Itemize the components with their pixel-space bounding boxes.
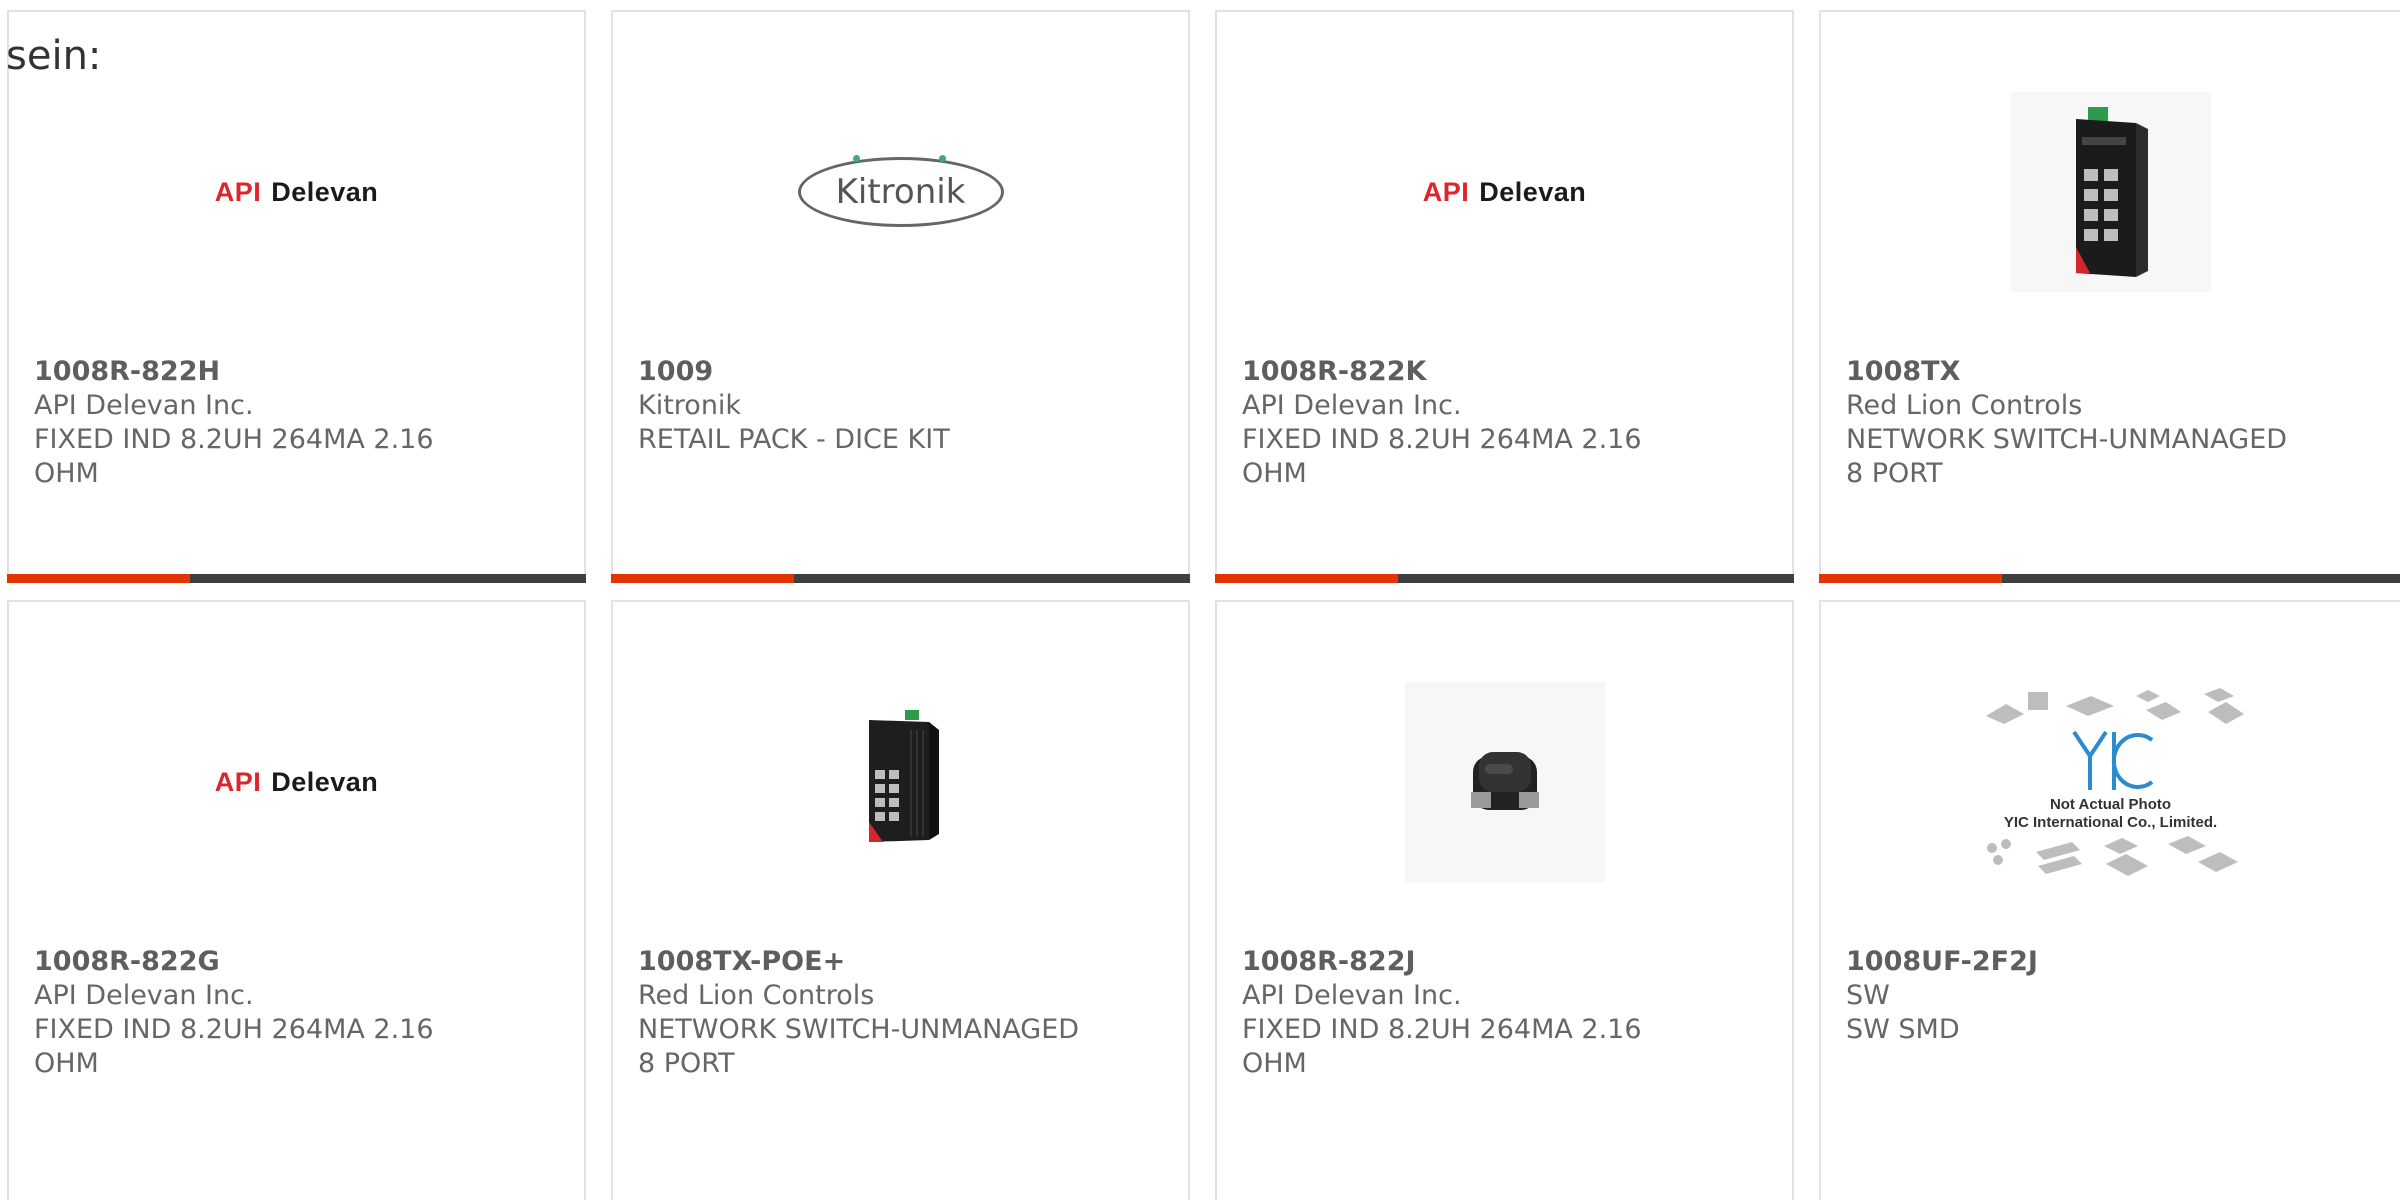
description-line: FIXED IND 8.2UH 264MA 2.16 — [34, 424, 434, 455]
manufacturer: API Delevan Inc. — [1242, 390, 1462, 421]
product-card[interactable]: API Delevan 1008R-822K API Delevan Inc. F… — [1215, 10, 1794, 583]
api-delevan-logo: API Delevan — [214, 176, 379, 207]
api-delevan-logo: API Delevan — [1422, 176, 1587, 207]
card-accent-bar — [1215, 574, 1794, 583]
product-card[interactable]: 1008TX Red Lion Controls NETWORK SWITCH-… — [1819, 10, 2400, 583]
yic-note-line2: YIC International Co., Limited. — [2003, 814, 2218, 831]
product-card[interactable]: Kitronik 1009 Kitronik RETAIL PACK - DIC… — [611, 10, 1190, 583]
description-line: FIXED IND 8.2UH 264MA 2.16 — [1242, 1014, 1642, 1045]
description-line: RETAIL PACK - DICE KIT — [638, 424, 950, 455]
network-switch-poe-photo — [851, 710, 951, 854]
card-accent-bar — [611, 574, 1190, 583]
manufacturer: API Delevan Inc. — [34, 390, 254, 421]
card-accent-bar — [1819, 574, 2400, 583]
manufacturer: API Delevan Inc. — [1242, 980, 1462, 1011]
kitronik-logo: Kitronik — [797, 155, 1004, 227]
description-line: FIXED IND 8.2UH 264MA 2.16 — [1242, 424, 1642, 455]
manufacturer: Red Lion Controls — [638, 980, 875, 1011]
product-image[interactable] — [1821, 52, 2400, 332]
card-accent-bar — [7, 574, 586, 583]
manufacturer: Kitronik — [638, 390, 742, 421]
part-number[interactable]: 1008TX — [1846, 355, 2380, 389]
description-line: OHM — [34, 458, 99, 489]
product-image[interactable]: Kitronik — [613, 52, 1188, 332]
description-line: 8 PORT — [1846, 458, 1943, 489]
product-image[interactable] — [613, 642, 1188, 922]
manufacturer: SW — [1846, 980, 1890, 1011]
part-number[interactable]: 1008R-822H — [34, 355, 564, 389]
part-number[interactable]: 1008R-822K — [1242, 355, 1772, 389]
product-card[interactable]: API Delevan 1008R-822G API Delevan Inc. F… — [7, 600, 586, 1200]
product-card[interactable]: Not Actual Photo YIC International Co., … — [1819, 600, 2400, 1200]
description-line: OHM — [1242, 1048, 1307, 1079]
product-card[interactable]: 1008R-822J API Delevan Inc. FIXED IND 8.… — [1215, 600, 1794, 1200]
network-switch-photo — [2010, 92, 2211, 292]
product-image[interactable]: API Delevan — [1217, 52, 1792, 332]
yic-note-line1: Not Actual Photo — [2049, 796, 2172, 813]
part-number[interactable]: 1009 — [638, 355, 1168, 389]
part-number[interactable]: 1008TX-POE+ — [638, 945, 1168, 979]
manufacturer: Red Lion Controls — [1846, 390, 2083, 421]
product-card[interactable]: 1008TX-POE+ Red Lion Controls NETWORK SW… — [611, 600, 1190, 1200]
manufacturer: API Delevan Inc. — [34, 980, 254, 1011]
part-number[interactable]: 1008UF-2F2J — [1846, 945, 2380, 979]
description-line: NETWORK SWITCH-UNMANAGED — [1846, 424, 2288, 455]
inductor-photo — [1404, 682, 1605, 882]
product-image[interactable]: Not Actual Photo YIC International Co., … — [1821, 642, 2400, 922]
description-line: 8 PORT — [638, 1048, 735, 1079]
product-image[interactable]: API Delevan — [9, 52, 584, 332]
description-line: FIXED IND 8.2UH 264MA 2.16 — [34, 1014, 434, 1045]
product-image[interactable]: API Delevan — [9, 642, 584, 922]
part-number[interactable]: 1008R-822J — [1242, 945, 1772, 979]
description-line: NETWORK SWITCH-UNMANAGED — [638, 1014, 1080, 1045]
yic-placeholder-image: Not Actual Photo YIC International Co., … — [1976, 686, 2246, 878]
description-line: OHM — [34, 1048, 99, 1079]
page-heading: sein: — [6, 33, 102, 79]
product-image[interactable] — [1217, 642, 1792, 922]
product-card[interactable]: API Delevan 1008R-822H API Delevan Inc. F… — [7, 10, 586, 583]
description-line: OHM — [1242, 458, 1307, 489]
part-number[interactable]: 1008R-822G — [34, 945, 564, 979]
api-delevan-logo: API Delevan — [214, 766, 379, 797]
yic-logo-icon — [2071, 730, 2153, 790]
description-line: SW SMD — [1846, 1014, 1960, 1045]
